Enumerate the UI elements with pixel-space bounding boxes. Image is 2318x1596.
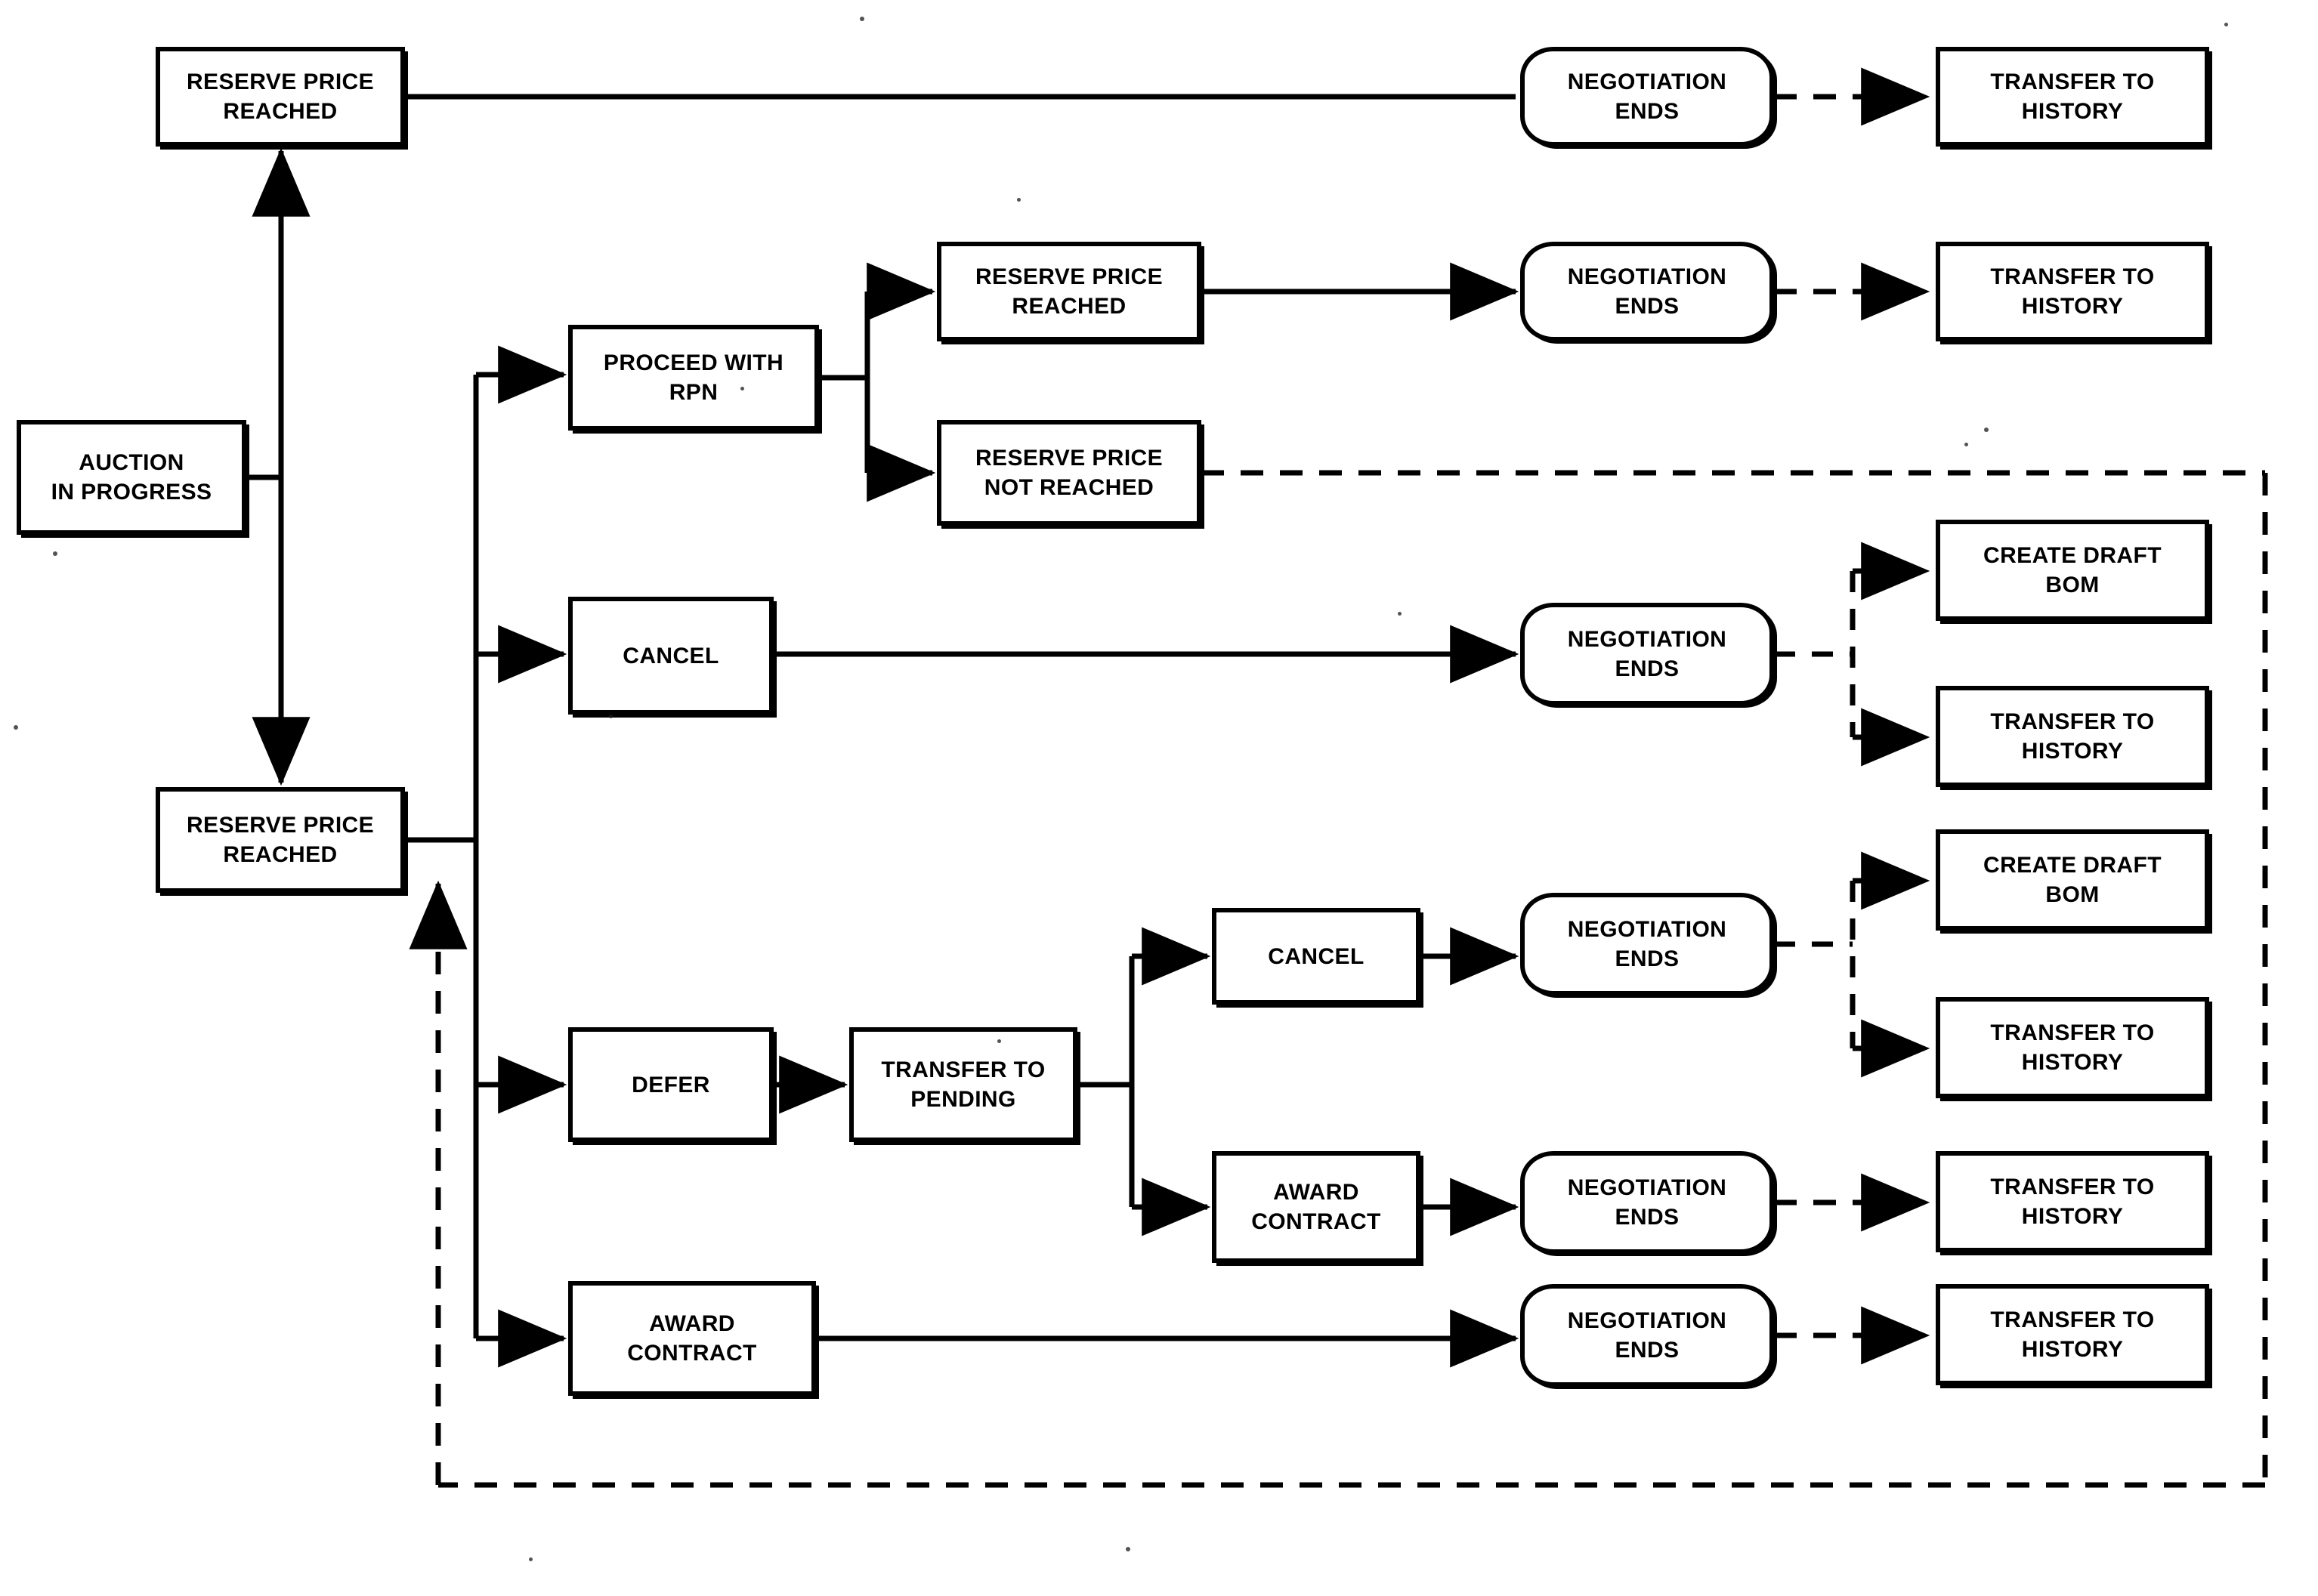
node-label: RESERVE PRICE REACHED [975, 264, 1164, 319]
node-negotiation-ends-5[interactable]: NEGOTIATION ENDS [1520, 1151, 1774, 1254]
node-cancel-2[interactable]: CANCEL [1212, 908, 1420, 1005]
scan-speck [1984, 428, 1989, 432]
node-reserve-price-reached-bottom[interactable]: RESERVE PRICE REACHED [156, 787, 405, 893]
node-label: TRANSFER TO HISTORY [1990, 264, 2155, 319]
node-negotiation-ends-2[interactable]: NEGOTIATION ENDS [1520, 242, 1774, 341]
node-label: TRANSFER TO HISTORY [1990, 69, 2155, 124]
scan-speck [860, 17, 864, 21]
scan-speck [1126, 1547, 1130, 1551]
node-award-contract-1[interactable]: AWARD CONTRACT [1212, 1151, 1420, 1263]
node-reserve-price-reached-mid[interactable]: RESERVE PRICE REACHED [937, 242, 1201, 341]
node-award-contract-2[interactable]: AWARD CONTRACT [568, 1281, 816, 1396]
node-transfer-to-history-4[interactable]: TRANSFER TO HISTORY [1936, 997, 2209, 1098]
node-label: NEGOTIATION ENDS [1567, 1308, 1727, 1363]
scan-speck [740, 387, 744, 391]
node-transfer-to-history-5[interactable]: TRANSFER TO HISTORY [1936, 1151, 2209, 1252]
node-transfer-to-history-1[interactable]: TRANSFER TO HISTORY [1936, 47, 2209, 147]
node-negotiation-ends-4[interactable]: NEGOTIATION ENDS [1520, 893, 1774, 996]
scan-speck [529, 1557, 533, 1561]
node-reserve-price-not-reached[interactable]: RESERVE PRICE NOT REACHED [937, 420, 1201, 526]
node-label: NEGOTIATION ENDS [1567, 917, 1727, 971]
node-transfer-to-pending[interactable]: TRANSFER TO PENDING [849, 1027, 1077, 1142]
scan-speck [1398, 612, 1402, 616]
node-cancel-1[interactable]: CANCEL [568, 597, 774, 715]
node-label: TRANSFER TO HISTORY [1990, 709, 2155, 764]
scan-speck [2224, 23, 2228, 26]
node-label: NEGOTIATION ENDS [1567, 627, 1727, 681]
node-create-draft-bom-1[interactable]: CREATE DRAFT BOM [1936, 520, 2209, 621]
node-transfer-to-history-3[interactable]: TRANSFER TO HISTORY [1936, 686, 2209, 787]
node-negotiation-ends-1[interactable]: NEGOTIATION ENDS [1520, 47, 1774, 147]
node-negotiation-ends-6[interactable]: NEGOTIATION ENDS [1520, 1284, 1774, 1387]
node-label: TRANSFER TO PENDING [881, 1057, 1046, 1112]
node-label: CANCEL [623, 643, 719, 668]
node-label: AWARD CONTRACT [1251, 1180, 1381, 1234]
node-reserve-price-reached-top[interactable]: RESERVE PRICE REACHED [156, 47, 405, 147]
node-label: NEGOTIATION ENDS [1567, 1175, 1727, 1230]
node-label: TRANSFER TO HISTORY [1990, 1307, 2155, 1362]
node-label: TRANSFER TO HISTORY [1990, 1175, 2155, 1229]
node-transfer-to-history-6[interactable]: TRANSFER TO HISTORY [1936, 1284, 2209, 1385]
node-label: RESERVE PRICE REACHED [186, 813, 375, 867]
scan-speck [1964, 443, 1968, 446]
node-label: AWARD CONTRACT [627, 1311, 757, 1366]
node-label: TRANSFER TO HISTORY [1990, 1020, 2155, 1075]
node-label: PROCEED WITH RPN [603, 350, 784, 405]
node-label: AUCTION IN PROGRESS [51, 450, 212, 505]
scan-speck [609, 715, 613, 718]
scan-speck [1017, 198, 1021, 202]
node-label: RESERVE PRICE NOT REACHED [975, 446, 1164, 500]
flowchart-canvas: RESERVE PRICE REACHED NEGOTIATION ENDS T… [0, 0, 2318, 1596]
node-create-draft-bom-2[interactable]: CREATE DRAFT BOM [1936, 829, 2209, 931]
node-auction-in-progress[interactable]: AUCTION IN PROGRESS [17, 420, 246, 535]
node-label: DEFER [632, 1072, 710, 1097]
node-label: CREATE DRAFT BOM [1983, 543, 2162, 597]
node-label: CANCEL [1268, 943, 1365, 969]
node-defer[interactable]: DEFER [568, 1027, 774, 1142]
node-label: NEGOTIATION ENDS [1567, 69, 1727, 124]
scan-speck [997, 1039, 1001, 1043]
node-transfer-to-history-2[interactable]: TRANSFER TO HISTORY [1936, 242, 2209, 341]
node-proceed-with-rpn[interactable]: PROCEED WITH RPN [568, 325, 819, 431]
scan-speck [14, 725, 18, 730]
node-label: RESERVE PRICE REACHED [186, 69, 375, 124]
node-label: CREATE DRAFT BOM [1983, 853, 2162, 907]
node-label: NEGOTIATION ENDS [1567, 264, 1727, 319]
node-negotiation-ends-3[interactable]: NEGOTIATION ENDS [1520, 603, 1774, 705]
scan-speck [53, 551, 57, 556]
